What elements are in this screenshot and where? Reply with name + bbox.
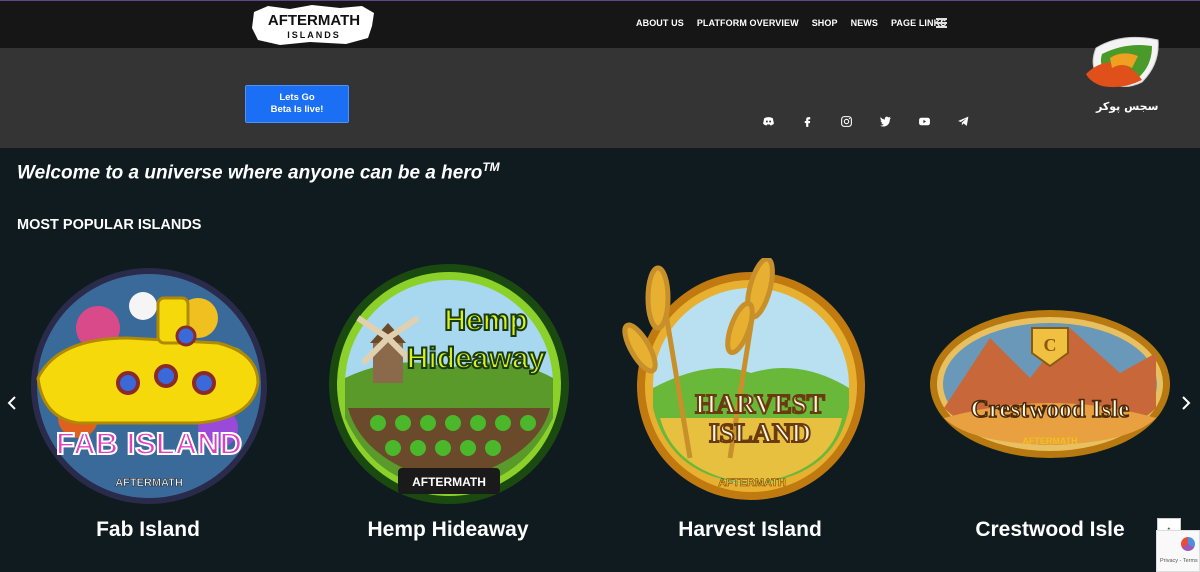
harvest-island-badge-text-1: HARVEST xyxy=(695,389,825,419)
island-name-hemp-hideaway[interactable]: Hemp Hideaway xyxy=(318,518,578,542)
svg-text:AFTERMATH: AFTERMATH xyxy=(1022,436,1077,446)
logo-text-bottom: ISLANDS xyxy=(287,30,341,40)
welcome-heading: Welcome to a universe where anyone can b… xyxy=(17,160,500,184)
welcome-text: Welcome to a universe where anyone can b… xyxy=(17,162,483,184)
island-card-fab-island[interactable]: FAB ISLAND AFTERMATH Fab Island xyxy=(18,258,278,558)
recaptcha-icon xyxy=(1181,537,1195,551)
carousel-next-arrow-icon[interactable] xyxy=(1180,394,1194,414)
fab-island-badge-text: FAB ISLAND xyxy=(56,426,242,461)
crestwood-isle-badge-icon: C Crestwood Isle AFTERMATH xyxy=(930,310,1170,458)
hemp-hideaway-badge-text-1: Hemp xyxy=(444,304,527,337)
harvest-island-badge-text-2: ISLAND xyxy=(709,418,811,448)
nav-platform-overview[interactable]: PLATFORM OVERVIEW xyxy=(697,18,799,28)
social-links xyxy=(757,110,974,132)
island-card-harvest-island[interactable]: HARVEST ISLAND AFTERMATH Harvest Island xyxy=(620,258,880,558)
harvest-island-badge-icon: HARVEST ISLAND AFTERMATH xyxy=(622,258,865,500)
trademark-mark: TM xyxy=(482,160,500,174)
partner-text: سجس پوکر xyxy=(1096,100,1159,113)
island-name-crestwood-isle[interactable]: Crestwood Isle xyxy=(920,518,1180,542)
partner-badge[interactable]: سجس پوکر xyxy=(1082,34,1162,116)
beta-button-line2: Beta Is live! xyxy=(270,104,324,115)
hemp-hideaway-badge-icon: Hemp Hideaway AFTERMATH xyxy=(329,264,569,504)
island-card-crestwood-isle[interactable]: C Crestwood Isle AFTERMATH Crestwood Isl… xyxy=(920,258,1180,558)
recaptcha-badge[interactable]: Privacy - Terms xyxy=(1156,530,1200,572)
nav-about-us[interactable]: ABOUT US xyxy=(636,18,684,28)
island-name-harvest-island[interactable]: Harvest Island xyxy=(620,518,880,542)
recaptcha-text[interactable]: Privacy - Terms xyxy=(1160,558,1198,564)
beta-live-button[interactable]: Lets Go Beta Is live! xyxy=(245,85,349,123)
logo-text-top: AFTERMATH xyxy=(268,12,360,29)
main-nav: ABOUT US PLATFORM OVERVIEW SHOP NEWS PAG… xyxy=(636,18,946,28)
island-card-hemp-hideaway[interactable]: Hemp Hideaway AFTERMATH Hemp Hideaway xyxy=(318,258,578,558)
hemp-hideaway-badge-text-2: Hideaway xyxy=(407,342,546,375)
announcement-band xyxy=(0,48,1200,148)
svg-text:C: C xyxy=(1044,335,1057,355)
crestwood-isle-badge-text: Crestwood Isle xyxy=(971,396,1130,423)
partner-logo-icon xyxy=(1086,36,1159,88)
facebook-icon[interactable] xyxy=(796,110,818,132)
nav-shop[interactable]: SHOP xyxy=(812,18,838,28)
svg-text:AFTERMATH: AFTERMATH xyxy=(718,477,786,489)
fab-island-badge-icon: FAB ISLAND AFTERMATH xyxy=(31,268,267,504)
beta-button-line1: Lets Go xyxy=(279,92,315,103)
twitter-icon[interactable] xyxy=(874,110,896,132)
svg-text:AFTERMATH: AFTERMATH xyxy=(412,475,486,489)
aftermath-islands-logo[interactable]: AFTERMATH ISLANDS xyxy=(250,4,378,46)
discord-icon[interactable] xyxy=(757,110,779,132)
nav-news[interactable]: NEWS xyxy=(851,18,878,28)
island-name-fab-island[interactable]: Fab Island xyxy=(18,518,278,542)
top-navigation-bar: AFTERMATH ISLANDS ABOUT US PLATFORM OVER… xyxy=(0,0,1200,48)
svg-text:AFTERMATH: AFTERMATH xyxy=(115,477,183,489)
telegram-icon[interactable] xyxy=(952,110,974,132)
section-title: MOST POPULAR ISLANDS xyxy=(17,217,202,233)
hamburger-menu-icon[interactable] xyxy=(936,18,947,28)
youtube-icon[interactable] xyxy=(913,110,935,132)
instagram-icon[interactable] xyxy=(835,110,857,132)
